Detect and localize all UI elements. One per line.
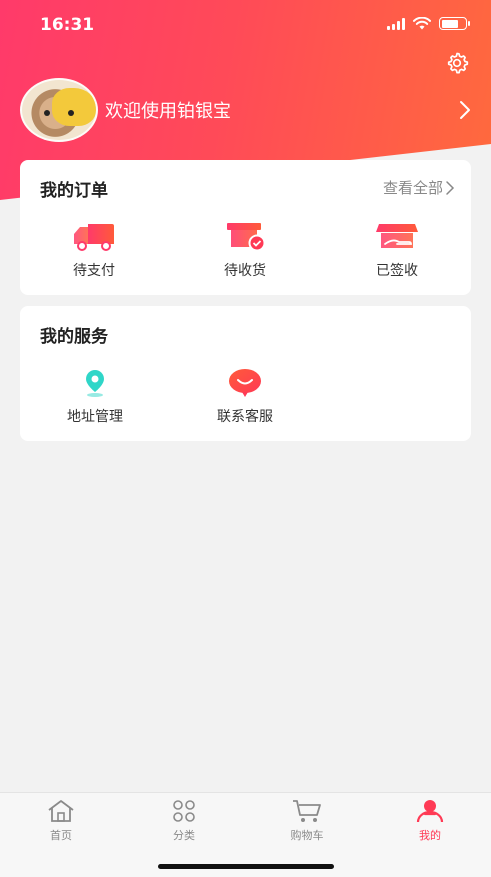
chevron-right-icon bbox=[446, 180, 455, 195]
service-contact-support[interactable]: 联系客服 bbox=[210, 368, 280, 426]
tab-label: 我的 bbox=[419, 829, 441, 842]
order-item-label: 待支付 bbox=[73, 263, 115, 279]
signal-icon bbox=[387, 17, 405, 30]
orders-title: 我的订单 bbox=[40, 181, 108, 201]
cart-icon bbox=[293, 800, 321, 822]
status-bar: 16:31 bbox=[0, 0, 491, 50]
tab-category[interactable]: 分类 bbox=[144, 799, 224, 843]
order-item-label: 已签收 bbox=[376, 263, 418, 279]
orders-card: 我的订单 查看全部 待支付 待收货 已签收 bbox=[20, 160, 471, 295]
status-time: 16:31 bbox=[40, 15, 95, 35]
tab-label: 首页 bbox=[50, 829, 72, 842]
order-pending-payment[interactable]: 待支付 bbox=[64, 222, 124, 280]
home-icon bbox=[48, 800, 74, 822]
tab-cart[interactable]: 购物车 bbox=[267, 799, 347, 843]
tab-label: 购物车 bbox=[290, 829, 324, 842]
tab-home[interactable]: 首页 bbox=[21, 799, 101, 843]
service-item-label: 地址管理 bbox=[67, 409, 123, 425]
avatar[interactable] bbox=[20, 78, 98, 142]
settings-gear-icon[interactable] bbox=[445, 51, 469, 75]
tab-mine[interactable]: 我的 bbox=[390, 799, 470, 843]
location-pin-icon bbox=[86, 370, 104, 397]
order-item-label: 待收货 bbox=[224, 263, 266, 279]
service-item-label: 联系客服 bbox=[217, 409, 273, 425]
profile-row[interactable]: 欢迎使用铂银宝 bbox=[20, 78, 473, 142]
order-pending-receipt[interactable]: 待收货 bbox=[215, 222, 275, 280]
profile-greeting: 欢迎使用铂银宝 bbox=[105, 101, 231, 122]
services-title: 我的服务 bbox=[40, 327, 108, 347]
battery-icon bbox=[439, 17, 470, 30]
view-all-orders-link[interactable]: 查看全部 bbox=[383, 177, 455, 198]
order-signed[interactable]: 已签收 bbox=[367, 222, 427, 280]
wifi-icon bbox=[413, 17, 431, 30]
store-hand-icon bbox=[376, 224, 418, 248]
user-icon bbox=[416, 800, 444, 823]
services-card: 我的服务 地址管理 联系客服 bbox=[20, 306, 471, 441]
tab-label: 分类 bbox=[173, 829, 195, 842]
home-indicator[interactable] bbox=[158, 864, 334, 869]
view-all-label: 查看全部 bbox=[382, 179, 443, 197]
chevron-right-icon[interactable] bbox=[457, 100, 473, 120]
chat-bubble-icon bbox=[229, 369, 261, 397]
service-address-management[interactable]: 地址管理 bbox=[60, 368, 130, 426]
status-icons bbox=[387, 17, 470, 30]
truck-icon bbox=[74, 224, 114, 251]
package-check-icon bbox=[227, 223, 266, 252]
category-icon bbox=[173, 800, 195, 822]
